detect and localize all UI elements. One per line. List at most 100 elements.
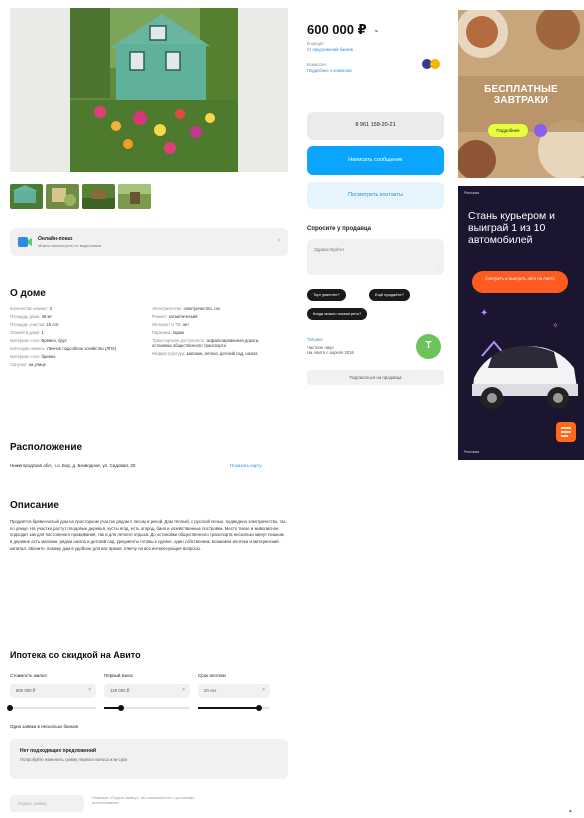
credit-label: В кредит — [307, 41, 325, 46]
mortgage-down-slider-handle[interactable] — [118, 705, 125, 711]
svg-text:✧: ✧ — [552, 321, 559, 330]
param-row: Категория земель: Личное подсобное хозяй… — [10, 346, 138, 351]
quick-question-chip[interactable]: Когда можно посмотреть? — [307, 308, 368, 320]
param-key: Количество комнат: — [10, 306, 50, 311]
seller-since: На Авито с апреля 2016 — [307, 350, 354, 355]
chevron-right-icon: › — [277, 237, 280, 244]
seller-avatar[interactable]: Т — [416, 334, 441, 359]
mortgage-down-field[interactable]: 120 000 ₽ × — [104, 684, 190, 698]
mortgage-term-slider-handle[interactable] — [256, 705, 263, 711]
param-row: Этажей в доме: 1 — [10, 330, 138, 335]
param-row: Ремонт: косметический — [152, 314, 280, 319]
param-value: 15 сот. — [46, 322, 60, 327]
online-show-subtitle: Можно посмотреть по видеосвязи — [38, 243, 102, 248]
mortgage-term-field[interactable]: 20 лет × — [198, 684, 270, 698]
param-row: Интернет и ТВ: нет — [152, 322, 280, 327]
show-map-link[interactable]: Показать карту — [230, 463, 262, 468]
mortgage-cost-value: 600 000 ₽ — [16, 688, 36, 693]
mortgage-term-label: Срок ипотеки — [198, 673, 226, 678]
chevron-down-icon[interactable]: ⌄ — [373, 25, 380, 34]
mortgage-term-value: 20 лет — [204, 688, 217, 693]
subscribe-seller-button[interactable]: Подписаться на продавца — [307, 370, 444, 385]
param-value: гараж — [172, 330, 184, 335]
mortgage-cost-slider-handle[interactable] — [7, 705, 13, 711]
thumbnail[interactable] — [82, 184, 115, 209]
mortgage-cost-field[interactable]: 600 000 ₽ × — [10, 684, 96, 698]
mortgage-cost-slider[interactable] — [10, 707, 96, 709]
ad2-footer: Реклама — [464, 450, 480, 454]
mortgage-cost-label: Стоимость жилья — [10, 673, 47, 678]
quick-question-chip[interactable]: Торг уместен? — [307, 289, 346, 301]
svg-text:✦: ✦ — [480, 308, 488, 319]
phone-number: 8 961 158-20-21 — [355, 122, 396, 128]
commission-link[interactable]: Подробнее о комиссии — [307, 68, 352, 73]
clear-icon[interactable]: × — [88, 687, 91, 693]
param-key: Интернет и ТВ: — [152, 322, 183, 327]
param-row: Парковка: гараж — [152, 330, 280, 335]
param-value: 48 м² — [41, 314, 52, 319]
ad1-button[interactable]: Подробнее — [488, 124, 528, 137]
offer-subtitle: Попробуйте изменить сумму первого взноса… — [20, 757, 128, 762]
main-photo[interactable] — [70, 8, 238, 172]
param-value: 1 — [41, 330, 44, 335]
param-key: Площадь дома: — [10, 314, 42, 319]
resize-handle-icon[interactable]: ⋰ — [436, 266, 440, 271]
param-value: Личное подсобное хозяйство (ЛПХ) — [46, 346, 117, 351]
ad-banner-courier[interactable]: Реклама Стань курьером и выиграй 1 из 10… — [458, 186, 584, 460]
gallery-thumbnails — [10, 184, 151, 209]
online-show-banner[interactable]: Онлайн-показ Можно посмотреть по видеосв… — [10, 228, 288, 256]
ask-seller-input[interactable]: Здравствуйте! ⋰ — [307, 239, 444, 275]
param-row: Площадь участка: 15 сот. — [10, 322, 138, 327]
ask-seller-title: Спросите у продавца — [307, 226, 371, 232]
phone-button[interactable]: 8 961 158-20-21 — [307, 112, 444, 140]
param-key: Материал стен: — [10, 354, 42, 359]
address-text: Нижегородская обл., г.о. Бор, д. Безводн… — [10, 463, 136, 468]
credit-link[interactable]: от предложений банков — [307, 47, 353, 52]
param-value: косметический — [168, 314, 198, 319]
write-message-button[interactable]: Написать сообщение — [307, 146, 444, 175]
clear-icon[interactable]: × — [182, 687, 185, 693]
param-key: Парковка: — [152, 330, 173, 335]
param-row: Площадь дома: 48 м² — [10, 314, 138, 319]
mortgage-offer-box: Нет подходящих предложений Попробуйте из… — [10, 739, 288, 779]
video-call-icon — [18, 236, 32, 248]
param-value: электричество, газ — [183, 306, 220, 311]
seller-info: Частное лицо На Авито с апреля 2016 — [307, 345, 354, 355]
param-row: Материал стен: Бревно, брус — [10, 338, 138, 343]
param-value: бревно — [41, 354, 56, 359]
submit-mortgage-button[interactable]: Подать заявку — [10, 795, 84, 812]
param-row: Санузел: на улице — [10, 362, 138, 367]
param-value: Бревно, брус — [41, 338, 67, 343]
param-key: Этажей в доме: — [10, 330, 42, 335]
param-row: Транспортная доступность: асфальтированн… — [152, 338, 280, 348]
payment-badges-icon — [422, 59, 444, 69]
mortgage-down-label: Первый взнос — [104, 673, 134, 678]
quick-question-chip[interactable]: Ещё продаёте? — [369, 289, 410, 301]
commission-label: Комиссия — [307, 62, 326, 67]
param-row: Количество комнат: 3 — [10, 306, 138, 311]
param-value: на улице — [28, 362, 46, 367]
thumbnail[interactable] — [10, 184, 43, 209]
thumbnail[interactable] — [118, 184, 151, 209]
param-key: Инфраструктура: — [152, 351, 187, 357]
ask-seller-placeholder: Здравствуйте! — [314, 247, 344, 252]
seller-name-link[interactable]: Татьяна — [307, 337, 323, 342]
scroll-indicator-icon[interactable]: ▲ — [568, 808, 573, 814]
online-show-title: Онлайн-показ — [38, 236, 73, 242]
param-key: Ремонт: — [152, 314, 169, 319]
price: 600 000 ₽ — [307, 22, 367, 37]
ad2-tag: Реклама — [464, 191, 480, 195]
ad2-button[interactable]: Смотреть и выиграть авто на Авито — [472, 271, 568, 293]
params-column-right: Электричество: электричество, газ Ремонт:… — [152, 306, 280, 359]
thumbnail[interactable] — [46, 184, 79, 209]
ad-banner-breakfast[interactable]: БЕСПЛАТНЫЕ ЗАВТРАКИ Подробнее — [458, 10, 584, 178]
show-contacts-button[interactable]: Посмотреть контакты — [307, 182, 444, 209]
mortgage-down-value: 120 000 ₽ — [110, 688, 130, 693]
param-key: Материал стен: — [10, 338, 42, 343]
clear-icon[interactable]: × — [262, 687, 265, 693]
description-text: Продаётся бревенчатый дом на просторном … — [10, 519, 286, 551]
photo-gallery[interactable] — [10, 8, 288, 172]
param-key: Площадь участка: — [10, 322, 47, 327]
mortgage-term-slider-fill — [198, 707, 260, 709]
params-column-left: Количество комнат: 3 Площадь дома: 48 м² П… — [10, 306, 138, 370]
